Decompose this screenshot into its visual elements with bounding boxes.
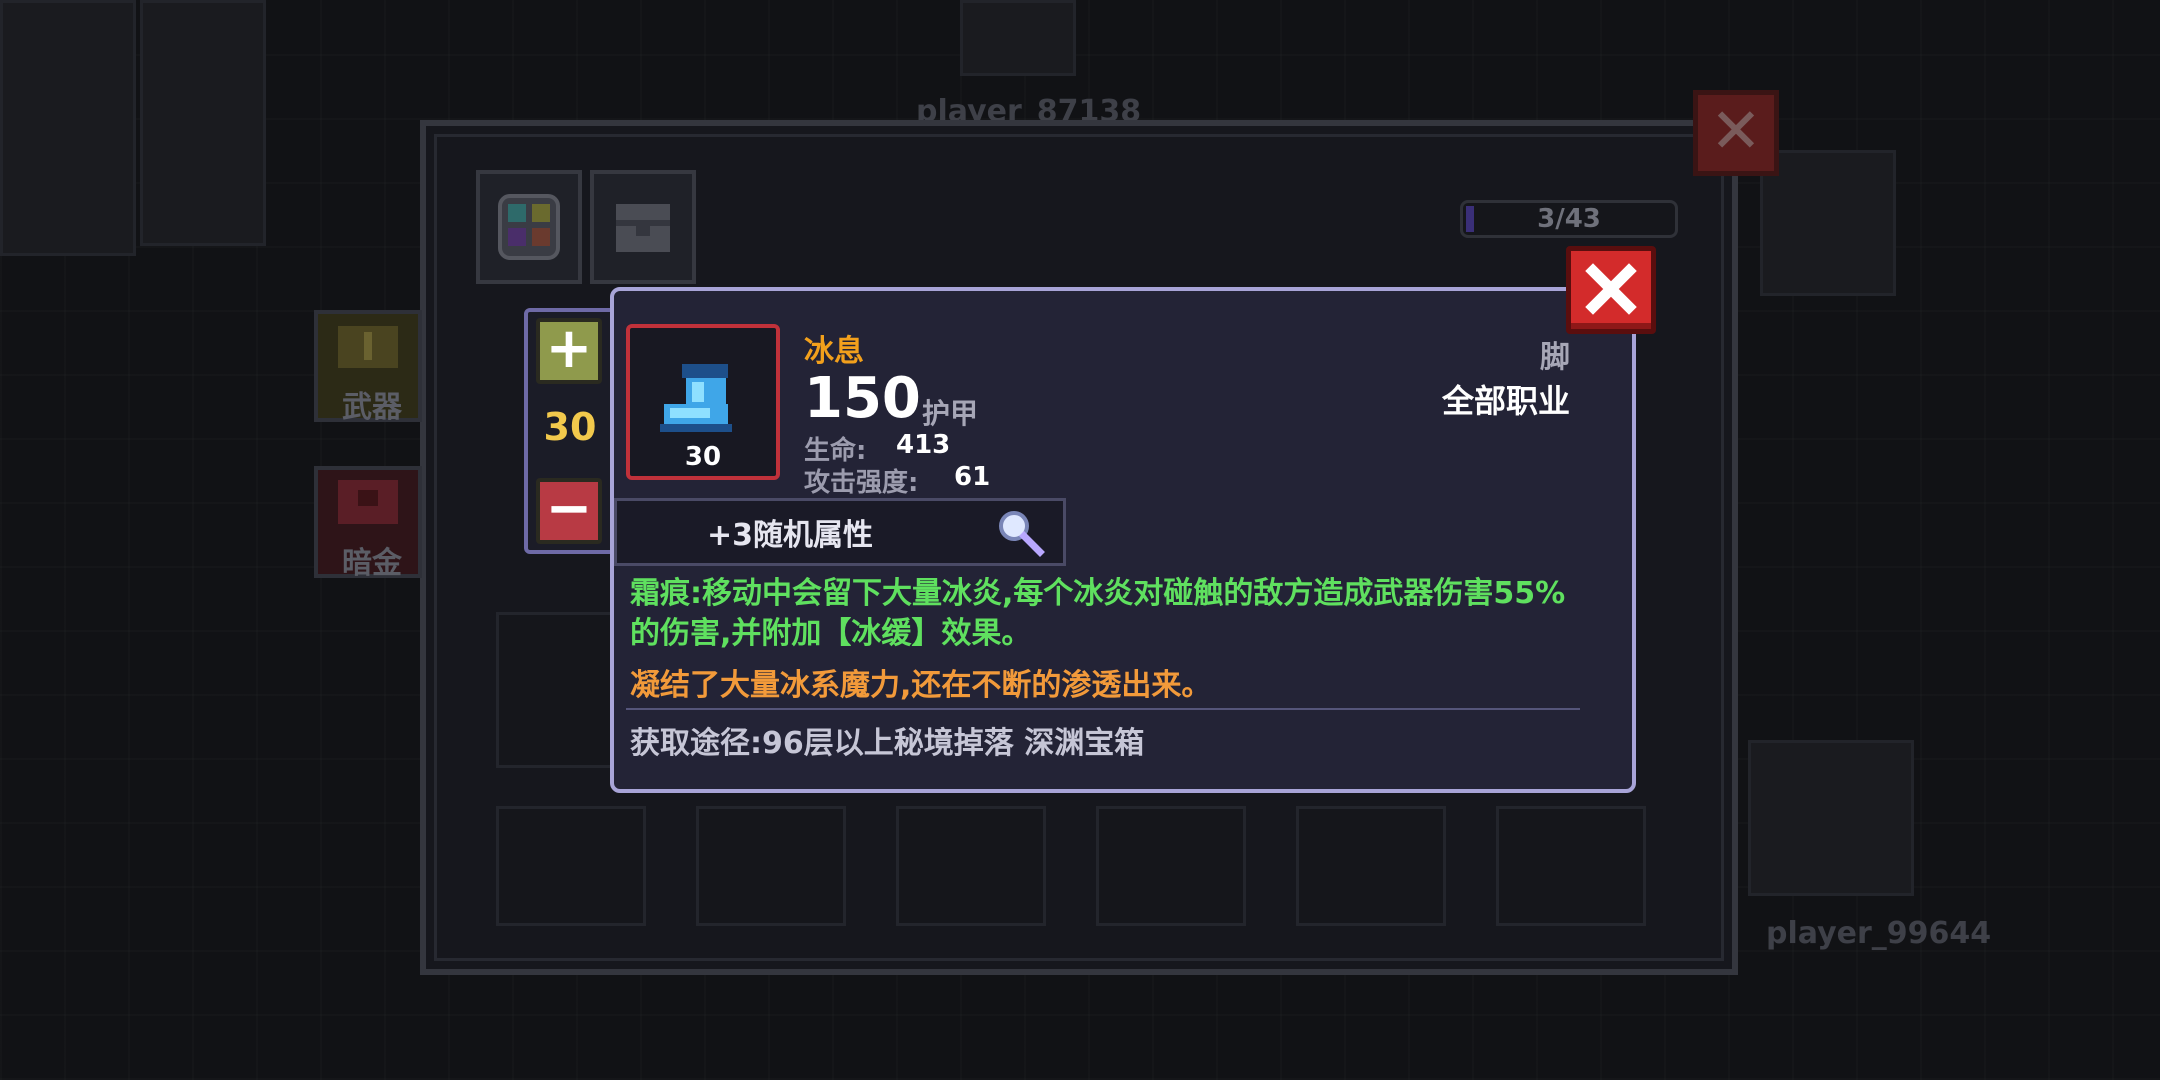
sword-icon <box>338 326 398 368</box>
equipment-slot[interactable] <box>496 806 646 926</box>
tooltip-close-button[interactable] <box>1566 246 1656 334</box>
quantity-minus-button[interactable]: − <box>536 478 602 544</box>
close-icon <box>1585 263 1637 315</box>
chest-icon <box>338 480 398 524</box>
background-building <box>0 0 136 256</box>
color-grid-icon <box>498 194 560 260</box>
item-armor-value: 150 <box>804 366 921 431</box>
capacity-bar-fill <box>1466 206 1474 232</box>
tooltip-divider <box>626 708 1580 710</box>
background-character <box>1748 740 1914 896</box>
item-name: 冰息 <box>804 334 864 369</box>
inventory-close-button[interactable]: ✕ <box>1693 90 1779 176</box>
stat-label-attack: 攻击强度: <box>804 468 919 498</box>
player-name-tag: player_99644 <box>1766 916 1992 951</box>
stat-value-health: 413 <box>896 430 951 460</box>
item-effect-text: 霜痕:移动中会留下大量冰炎,每个冰炎对碰触的敌方造成武器伤害55%的伤害,并附加… <box>630 576 1566 651</box>
close-icon: ✕ <box>1710 94 1762 167</box>
treasure-chest-icon <box>616 204 670 252</box>
quantity-plus-button[interactable]: + <box>536 318 602 384</box>
equipment-slot[interactable] <box>1296 806 1446 926</box>
item-source-text: 获取途径:96层以上秘境掉落 深渊宝箱 <box>630 726 1145 761</box>
magnifier-icon <box>999 511 1045 557</box>
background-character <box>1760 150 1896 296</box>
tab-dark-gold[interactable]: 暗金 <box>314 466 422 581</box>
item-flavor-text: 凝结了大量冰系魔力,还在不断的渗透出来。 <box>630 668 1212 703</box>
treasure-chest-button[interactable] <box>590 170 696 284</box>
stat-value-attack: 61 <box>954 462 991 492</box>
equipment-slot[interactable] <box>696 806 846 926</box>
item-class-requirement: 全部职业 <box>1441 382 1570 420</box>
magnifier-button[interactable] <box>994 506 1046 562</box>
tab-weapons-label: 武器 <box>342 390 402 425</box>
tab-dark-gold-label: 暗金 <box>342 546 402 581</box>
equipment-slot[interactable] <box>896 806 1046 926</box>
item-slot-type: 脚 <box>1540 340 1570 375</box>
background-shelf <box>140 0 266 246</box>
capacity-counter: 3/43 <box>1460 200 1678 238</box>
quantity-value: 30 <box>543 405 597 449</box>
equipment-slot[interactable] <box>1496 806 1646 926</box>
item-armor-label: 护甲 <box>922 397 979 430</box>
filter-rarity-button[interactable] <box>476 170 582 284</box>
item-level: 30 <box>684 442 722 472</box>
random-attribute-label: +3随机属性 <box>706 518 873 553</box>
equipment-slot[interactable] <box>1096 806 1246 926</box>
equipment-slot[interactable] <box>496 612 616 768</box>
background-character <box>960 0 1076 76</box>
tab-weapons[interactable]: 武器 <box>314 310 422 425</box>
